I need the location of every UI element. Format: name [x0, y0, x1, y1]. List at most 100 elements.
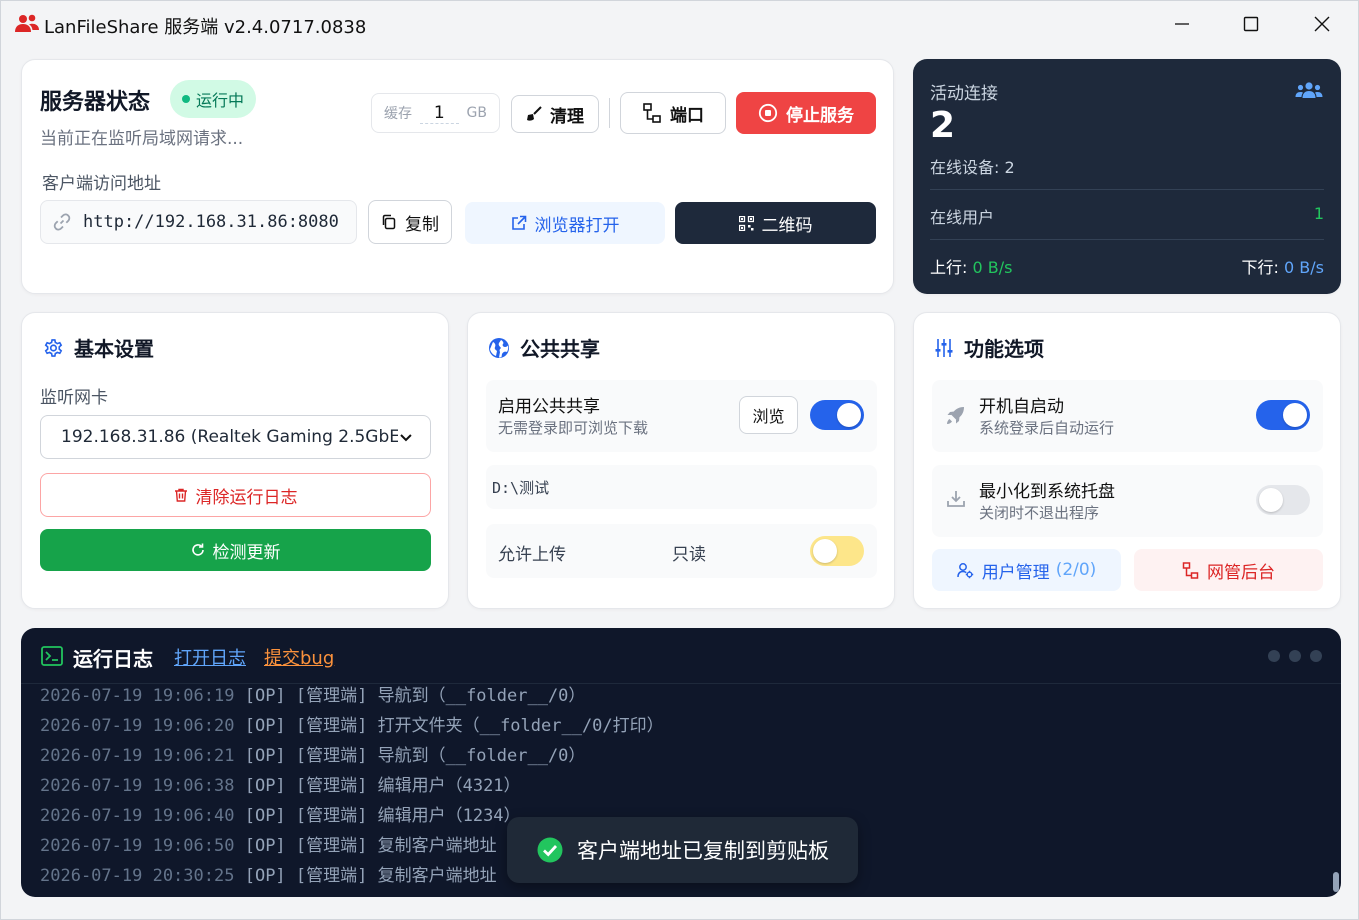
- broom-icon: [527, 106, 542, 121]
- status-badge-label: 运行中: [196, 91, 245, 110]
- upload-state-text: 只读: [672, 545, 706, 565]
- stop-circle-icon: [758, 103, 778, 123]
- qrcode-button[interactable]: 二维码: [675, 202, 876, 244]
- client-url-field[interactable]: http://192.168.31.86:8080: [40, 200, 357, 244]
- open-log-link[interactable]: 打开日志: [174, 644, 246, 670]
- network-admin-icon: [1182, 561, 1199, 579]
- title-bar: LanFileShare 服务端 v2.4.0717.0838: [1, 1, 1358, 47]
- client-url-label: 客户端访问地址: [42, 174, 161, 194]
- copy-icon: [382, 214, 396, 230]
- qrcode-icon: [738, 215, 754, 231]
- activity-title: 活动连接: [930, 84, 998, 104]
- terminal-icon: [41, 646, 63, 666]
- copy-url-button[interactable]: 复制: [368, 200, 452, 244]
- window-dot-icon: [1268, 650, 1280, 662]
- port-button[interactable]: 端口: [620, 92, 726, 134]
- toast-message: 客户端地址已复制到剪贴板: [577, 839, 829, 863]
- log-line: 2026-07-19 20:30:25 [OP] [管理端] 复制客户端地址: [40, 866, 497, 886]
- log-line: 2026-07-19 19:06:20 [OP] [管理端] 打开文件夹（__f…: [40, 716, 664, 736]
- online-devices-text: 在线设备: 2: [930, 158, 1015, 177]
- stop-service-button[interactable]: 停止服务: [736, 92, 876, 134]
- gear-icon: [44, 338, 63, 357]
- open-browser-button[interactable]: 浏览器打开: [465, 202, 665, 244]
- globe-icon: [489, 337, 509, 358]
- close-button[interactable]: [1287, 1, 1357, 47]
- users-app-icon: [15, 14, 39, 32]
- public-share-card: 公共共享 启用公共共享 无需登录即可浏览下载 浏览 D:\测试 允许上传 只读: [467, 312, 895, 609]
- cache-value[interactable]: 1: [419, 103, 459, 124]
- feature-options-card: 功能选项 开机自启动 系统登录后自动运行 最小化到系统托盘 关闭时不退出程序 用…: [913, 312, 1341, 609]
- port-label: 端口: [670, 105, 704, 126]
- share-path-field[interactable]: D:\测试: [486, 465, 877, 509]
- toggle-knob: [813, 539, 837, 563]
- link-icon: [53, 213, 71, 231]
- feature-options-label: 功能选项: [964, 337, 1044, 361]
- clear-log-button[interactable]: 清除运行日志: [40, 473, 431, 517]
- check-circle-icon: [537, 837, 563, 863]
- autostart-row: 开机自启动 系统登录后自动运行: [932, 380, 1323, 452]
- enable-share-toggle[interactable]: [810, 400, 864, 430]
- online-users-label: 在线用户: [930, 208, 995, 227]
- allow-upload-label: 允许上传: [498, 545, 566, 565]
- allow-upload-toggle[interactable]: [810, 536, 864, 566]
- log-header: 运行日志 打开日志 提交bug: [21, 628, 1341, 684]
- toggle-knob: [1259, 488, 1283, 512]
- refresh-icon: [191, 543, 204, 556]
- qrcode-label: 二维码: [761, 215, 813, 236]
- users-group-icon: [1295, 82, 1323, 98]
- check-update-label: 检测更新: [212, 542, 281, 563]
- copied-toast: 客户端地址已复制到剪贴板: [507, 817, 858, 883]
- client-url-value: http://192.168.31.86:8080: [83, 212, 339, 232]
- nic-selected-value: 192.168.31.86 (Realtek Gaming 2.5GbE: [61, 427, 399, 447]
- external-link-icon: [511, 215, 526, 230]
- log-line: 2026-07-19 19:06:21 [OP] [管理端] 导航到（__fol…: [40, 746, 586, 766]
- submit-bug-link[interactable]: 提交bug: [264, 644, 334, 670]
- open-browser-label: 浏览器打开: [534, 215, 620, 236]
- activity-connections-card: 活动连接 2 在线设备: 2 在线用户 1 上行: 0 B/s 下行: 0 B/…: [913, 59, 1341, 294]
- public-share-title: 公共共享: [488, 333, 600, 362]
- clean-label: 清理: [550, 106, 584, 127]
- cache-unit: GB: [466, 105, 487, 121]
- minimize-icon: [1175, 23, 1189, 25]
- toolbar-divider: [609, 98, 610, 128]
- autostart-label: 开机自启动: [979, 397, 1064, 417]
- download-speed-value: 0 B/s: [1284, 258, 1324, 277]
- autostart-toggle[interactable]: [1256, 400, 1310, 430]
- clean-button[interactable]: 清理: [511, 95, 599, 133]
- basic-settings-label: 基本设置: [74, 337, 154, 361]
- server-status-card: 服务器状态 运行中 当前正在监听局域网请求... 缓存 1 GB 清理 端口 停…: [21, 59, 894, 294]
- maximize-button[interactable]: [1216, 1, 1286, 47]
- app-window: LanFileShare 服务端 v2.4.0717.0838 服务器状态 运行…: [0, 0, 1359, 920]
- cache-label: 缓存: [384, 106, 412, 122]
- minimize-tray-desc: 关闭时不退出程序: [979, 504, 1100, 522]
- share-path-value: D:\测试: [492, 479, 550, 497]
- online-users-row: 在线用户 1: [930, 204, 1324, 228]
- window-dot-icon: [1310, 650, 1322, 662]
- clear-log-label: 清除运行日志: [195, 487, 298, 508]
- log-scrollbar[interactable]: [1333, 872, 1339, 892]
- log-line: 2026-07-19 19:06:38 [OP] [管理端] 编辑用户（4321…: [40, 776, 521, 796]
- basic-settings-title: 基本设置: [42, 333, 154, 362]
- enable-share-label: 启用公共共享: [498, 397, 600, 417]
- check-update-button[interactable]: 检测更新: [40, 529, 431, 571]
- window-title: LanFileShare 服务端 v2.4.0717.0838: [44, 17, 367, 38]
- minimize-button[interactable]: [1147, 1, 1217, 47]
- user-management-button[interactable]: 用户管理 (2/0): [932, 549, 1121, 591]
- cache-size-input[interactable]: 缓存 1 GB: [371, 93, 500, 133]
- public-share-label: 公共共享: [520, 337, 600, 361]
- window-dot-icon: [1289, 650, 1301, 662]
- user-management-count: (2/0): [1055, 560, 1097, 580]
- activity-divider-2: [930, 239, 1324, 240]
- enable-share-desc: 无需登录即可浏览下载: [498, 419, 649, 437]
- nic-select[interactable]: 192.168.31.86 (Realtek Gaming 2.5GbE: [40, 415, 431, 459]
- close-icon: [1314, 16, 1330, 32]
- admin-backend-button[interactable]: 网管后台: [1134, 549, 1323, 591]
- minimize-tray-toggle[interactable]: [1256, 485, 1310, 515]
- status-dot-icon: [182, 95, 190, 103]
- log-line: 2026-07-19 19:06:40 [OP] [管理端] 编辑用户（1234…: [40, 806, 521, 826]
- download-tray-icon: [947, 491, 965, 507]
- admin-backend-label: 网管后台: [1207, 562, 1275, 583]
- server-status-subtitle: 当前正在监听局域网请求...: [40, 129, 244, 149]
- browse-button[interactable]: 浏览: [739, 396, 798, 434]
- enable-share-row: 启用公共共享 无需登录即可浏览下载 浏览: [486, 380, 877, 452]
